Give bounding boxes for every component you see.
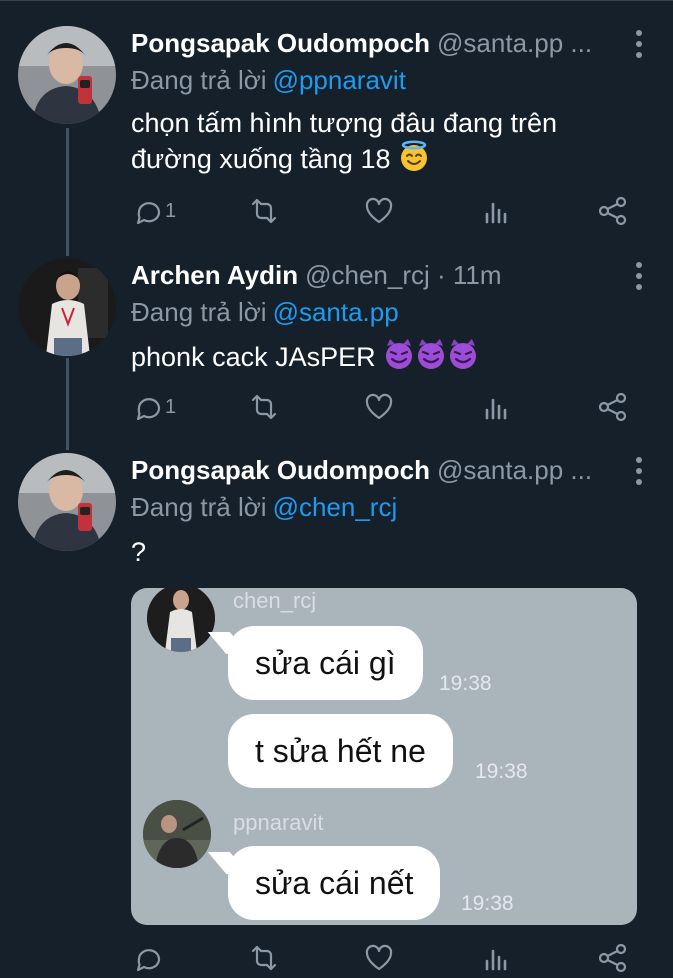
chat-sender-name: ppnaravit (233, 810, 324, 835)
analytics-button[interactable] (484, 940, 510, 976)
display-name[interactable]: Archen Aydin (131, 258, 298, 292)
reply-prefix: Đang trả lời (131, 65, 267, 95)
reply-count: 1 (165, 395, 177, 418)
retweet-icon (251, 394, 277, 420)
tweet-body: ? (131, 537, 147, 567)
analytics-button[interactable] (484, 193, 510, 229)
chat-sender-name: chen_rcj (233, 588, 317, 613)
chat-avatar-photo (143, 800, 211, 868)
share-icon (598, 196, 627, 226)
tweet-header: Pongsapak Oudompoch @santa.pp ... (131, 453, 592, 487)
like-button[interactable] (364, 940, 394, 976)
retweet-button[interactable] (248, 940, 280, 976)
retweet-button[interactable] (248, 389, 280, 425)
more-icon[interactable] (629, 457, 649, 485)
like-button[interactable] (364, 193, 394, 229)
share-button[interactable] (597, 389, 629, 425)
tweet-body: chọn tấm hình tượng đâu đang trên đường … (131, 108, 558, 174)
reply-prefix: Đang trả lời (131, 492, 267, 522)
avatar-photo (18, 26, 116, 124)
reply-mention[interactable]: @chen_rcj (273, 492, 398, 522)
smiling-face-with-halo-icon (398, 140, 430, 180)
share-button[interactable] (597, 193, 629, 229)
chat-timestamp: 19:38 (461, 892, 514, 915)
avatar[interactable] (18, 453, 116, 551)
tweet-actions: 1 (0, 389, 673, 425)
chat-avatar (143, 800, 211, 868)
reply-prefix: Đang trả lời (131, 297, 267, 327)
reply-icon (136, 202, 161, 225)
tweet-text: ? (131, 535, 611, 569)
like-button[interactable] (364, 389, 394, 425)
share-icon (598, 943, 627, 973)
username[interactable]: @chen_rcj · 11m (305, 258, 501, 292)
like-icon (365, 944, 393, 971)
reply-button[interactable] (131, 940, 165, 976)
tweet-actions (0, 940, 673, 976)
tweet-text: phonk cack JAsPER (131, 337, 611, 378)
top-divider (0, 0, 673, 1)
avatar-photo (18, 453, 116, 551)
analytics-button[interactable] (484, 389, 510, 425)
reply-icon (136, 949, 161, 972)
chat-avatar (147, 588, 215, 652)
tweet-actions: 1 (0, 193, 673, 229)
reply-context: Đang trả lời @santa.pp (131, 295, 399, 329)
chat-timestamp: 19:38 (475, 760, 528, 783)
username[interactable]: @santa.pp ... (437, 26, 592, 60)
share-button[interactable] (597, 940, 629, 976)
reply-context: Đang trả lời @ppnaravit (131, 63, 406, 97)
display-name[interactable]: Pongsapak Oudompoch (131, 26, 430, 60)
tweet-header: Pongsapak Oudompoch @santa.pp ... (131, 26, 592, 60)
retweet-button[interactable] (248, 193, 280, 229)
username[interactable]: @santa.pp ... (437, 453, 592, 487)
analytics-icon (485, 202, 507, 224)
like-icon (365, 393, 393, 420)
chat-timestamp: 19:38 (439, 672, 492, 695)
retweet-icon (251, 945, 277, 971)
reply-button[interactable]: 1 (131, 193, 176, 229)
tweet-header: Archen Aydin @chen_rcj · 11m (131, 258, 502, 292)
avatar[interactable] (18, 26, 116, 124)
more-icon[interactable] (629, 262, 649, 290)
chat-avatar-photo (147, 588, 215, 652)
tweet-text: chọn tấm hình tượng đâu đang trên đường … (131, 106, 611, 180)
reply-mention[interactable]: @santa.pp (273, 297, 399, 327)
more-icon[interactable] (629, 30, 649, 58)
analytics-icon (485, 949, 507, 971)
reply-button[interactable]: 1 (131, 389, 176, 425)
tweet-body: phonk cack JAsPER (131, 342, 376, 372)
reply-icon (136, 398, 161, 421)
avatar-photo (18, 258, 116, 356)
display-name[interactable]: Pongsapak Oudompoch (131, 453, 430, 487)
attached-chat-image[interactable]: chen_rcj sửa cái gì 19:38 t sửa hết ne 1… (131, 588, 637, 925)
reply-count: 1 (165, 199, 177, 222)
retweet-icon (251, 198, 277, 224)
avatar[interactable] (18, 258, 116, 356)
chat-bubble: sửa cái gì (228, 626, 423, 700)
like-icon (365, 197, 393, 224)
chat-bubble: sửa cái nết (228, 846, 441, 920)
reply-mention[interactable]: @ppnaravit (273, 65, 406, 95)
reply-context: Đang trả lời @chen_rcj (131, 490, 397, 524)
analytics-icon (485, 398, 507, 420)
share-icon (598, 392, 627, 422)
chat-bubble: t sửa hết ne (228, 714, 453, 788)
smiling-face-with-horns-icon (383, 337, 479, 378)
